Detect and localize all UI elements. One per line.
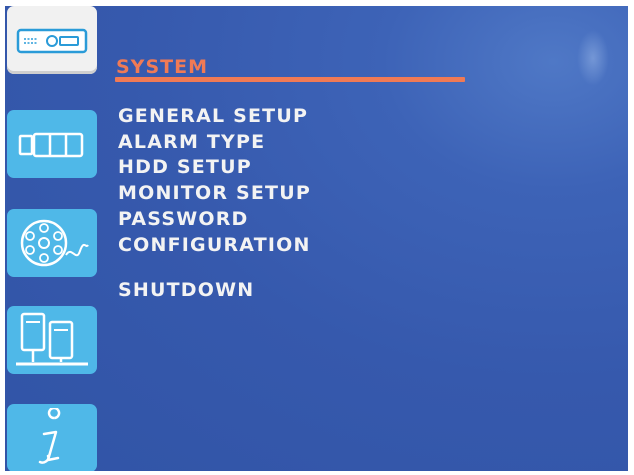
page-title: SYSTEM bbox=[116, 56, 208, 78]
menu-item-general-setup[interactable]: GENERAL SETUP bbox=[118, 104, 311, 130]
film-reel-icon bbox=[14, 215, 90, 271]
sidebar bbox=[5, 6, 100, 471]
osd-screen: SYSTEM GENERAL SETUP ALARM TYPE HDD SETU… bbox=[5, 6, 628, 471]
camera-icon bbox=[14, 124, 90, 164]
menu-item-alarm-type[interactable]: ALARM TYPE bbox=[118, 130, 311, 156]
menu-item-configuration[interactable]: CONFIGURATION bbox=[118, 233, 311, 259]
menu-item-password[interactable]: PASSWORD bbox=[118, 207, 311, 233]
network-computers-icon bbox=[14, 310, 90, 370]
dvr-recorder-icon bbox=[14, 20, 90, 60]
sidebar-item-camera[interactable] bbox=[7, 110, 97, 178]
sidebar-item-network[interactable] bbox=[7, 306, 97, 374]
menu-item-shutdown[interactable]: SHUTDOWN bbox=[118, 279, 254, 301]
sidebar-item-info[interactable] bbox=[7, 404, 97, 471]
info-icon bbox=[14, 408, 90, 468]
menu-item-hdd-setup[interactable]: HDD SETUP bbox=[118, 155, 311, 181]
sidebar-item-system[interactable] bbox=[7, 6, 97, 74]
title-underline bbox=[115, 77, 465, 82]
sidebar-item-playback[interactable] bbox=[7, 209, 97, 277]
menu-item-monitor-setup[interactable]: MONITOR SETUP bbox=[118, 181, 311, 207]
screen-glare bbox=[577, 30, 609, 86]
system-menu: GENERAL SETUP ALARM TYPE HDD SETUP MONIT… bbox=[118, 104, 311, 258]
